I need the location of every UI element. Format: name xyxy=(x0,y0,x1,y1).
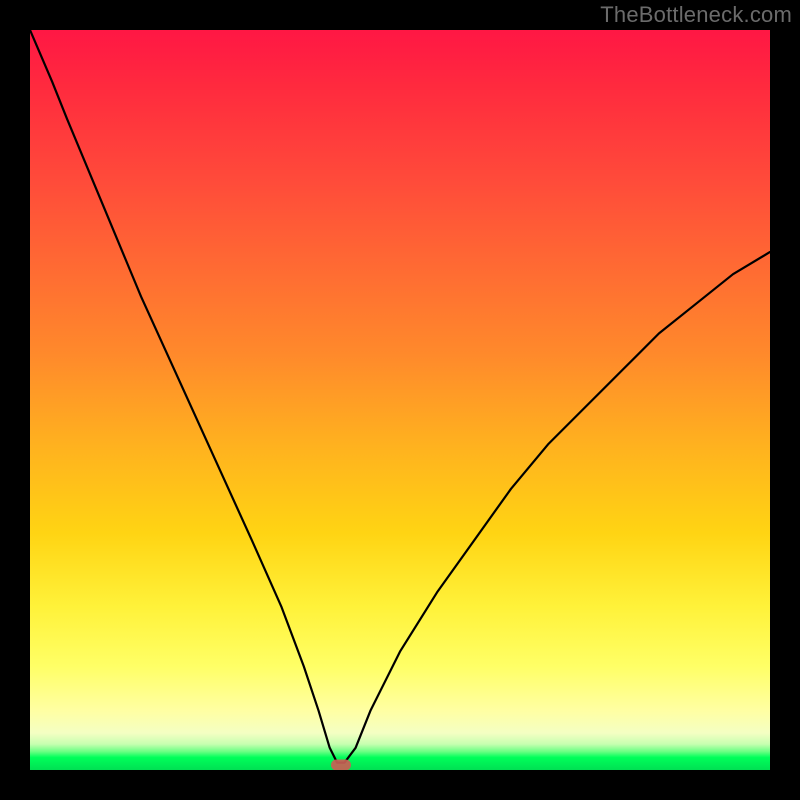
watermark-text: TheBottleneck.com xyxy=(600,2,792,28)
curve-path xyxy=(30,30,770,763)
chart-frame: TheBottleneck.com xyxy=(0,0,800,800)
plot-area xyxy=(30,30,770,770)
bottleneck-curve xyxy=(30,30,770,770)
optimal-point-marker xyxy=(331,759,351,770)
